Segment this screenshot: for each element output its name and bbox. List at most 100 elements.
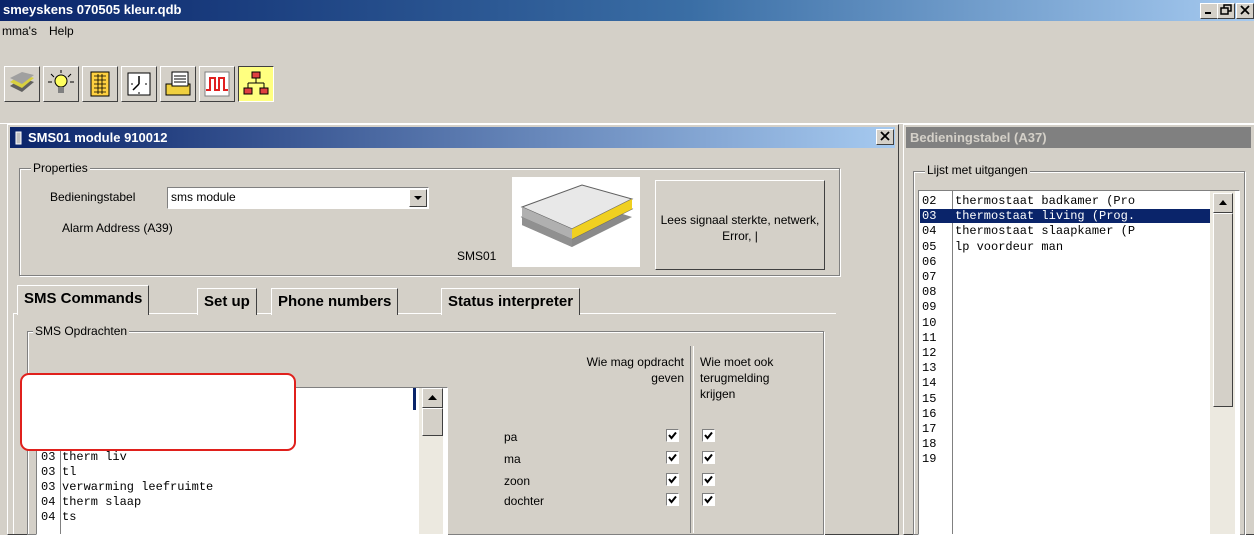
may-checkbox[interactable] [666,493,679,506]
network-icon [243,71,269,95]
list-item[interactable]: 15 [920,392,1210,406]
list-item-label: thermostaat slaapkamer (P [955,224,1136,239]
arrow-up-icon [1219,200,1227,205]
list-item-number: 05 [922,239,937,254]
scroll-thumb[interactable] [1213,213,1233,407]
list-item-number: 10 [922,315,937,330]
module-close-button[interactable] [876,129,894,145]
properties-legend: Properties [31,161,90,175]
scroll-up-button[interactable] [422,388,443,408]
table-button[interactable] [82,66,118,102]
table-icon [90,71,110,97]
maximize-button[interactable] [1217,3,1235,19]
tab-status-interpreter[interactable]: Status interpreter [441,288,581,315]
commands-scrollbar[interactable] [419,388,443,534]
list-item[interactable]: 11 [920,331,1210,345]
modules-icon [10,72,34,92]
may-checkbox[interactable] [666,451,679,464]
list-item-label: thermostaat living (Prog. [955,209,1136,224]
list-item-number: 14 [922,376,937,391]
modules-button[interactable] [4,66,40,102]
highlight-annotation [20,373,296,451]
bedieningstabel-value: sms module [171,190,236,204]
lamp-icon [48,70,74,93]
list-item-label: lp voordeur man [955,239,1064,254]
scroll-thumb[interactable] [422,408,443,436]
bedieningstabel-select[interactable]: sms module [167,187,429,209]
list-item-number: 07 [922,270,937,284]
list-item-number: 18 [922,437,937,452]
check-icon [704,453,713,462]
feedback-checkbox[interactable] [702,473,715,486]
feedback-checkbox[interactable] [702,451,715,464]
graph-button[interactable] [199,66,235,102]
header-who-may: Wie mag opdracht geven [586,355,684,385]
read-signal-label: Lees signaal sterkte, netwerk, Error, | [660,213,820,243]
list-item[interactable]: 05 lp voordeur man [920,240,1210,254]
column-divider [690,346,694,533]
list-item[interactable]: 07 [920,270,1210,284]
list-item[interactable]: 18 [920,437,1210,451]
scroll-up-button[interactable] [1213,193,1233,213]
minimize-button[interactable] [1200,3,1218,19]
title-bar [0,0,1254,21]
feedback-checkbox[interactable] [702,493,715,506]
network-button[interactable] [238,66,274,102]
alarm-address: Alarm Address (A39) [62,221,173,235]
outputs-scrollbar[interactable] [1210,191,1235,534]
list-item[interactable]: 03 thermostaat living (Prog. [920,209,1210,224]
menu-programmas[interactable]: mma's [2,24,37,38]
list-item[interactable]: 14 [920,376,1210,390]
menu-help[interactable]: Help [49,24,74,38]
close-icon [880,131,890,141]
outputs-legend: Lijst met uitgangen [925,163,1030,177]
outputs-list[interactable]: 02 thermostaat badkamer (Pro 03 thermostaat… [918,190,1240,535]
list-item[interactable]: 17 [920,422,1210,436]
list-item-number: 17 [922,422,937,436]
menu-bar [0,21,1254,41]
tab-phone-numbers[interactable]: Phone numbers [271,288,399,315]
check-icon [704,495,713,504]
check-icon [668,475,677,484]
list-item[interactable]: 16 [920,407,1210,421]
close-button[interactable] [1236,3,1254,19]
tab-sms-commands[interactable]: SMS Commands [17,285,150,315]
list-item[interactable]: 08 [920,285,1210,299]
restore-icon [1220,4,1232,15]
sms-legend: SMS Opdrachten [33,324,130,338]
person-label: ma [504,452,521,466]
list-item[interactable]: 02 thermostaat badkamer (Pro [920,194,1210,208]
close-icon [1240,5,1250,15]
device-image [512,177,640,267]
list-item-number: 02 [922,194,937,208]
list-item-number: 11 [922,330,937,345]
dropdown-button[interactable] [409,189,427,207]
arrow-up-icon [428,395,437,400]
list-item-number: 08 [922,285,937,300]
list-item[interactable]: 19 [920,452,1210,466]
clock-button[interactable] [121,66,157,102]
list-item[interactable]: 10 [920,316,1210,330]
list-item-number: 06 [922,254,937,269]
minimize-icon [1205,12,1211,14]
may-checkbox[interactable] [666,473,679,486]
list-item[interactable]: 12 [920,346,1210,360]
may-checkbox[interactable] [666,429,679,442]
list-item[interactable]: 04 thermostaat slaapkamer (P [920,224,1210,238]
module-window-icon [14,131,24,145]
list-item[interactable]: 09 [920,300,1210,314]
list-item[interactable]: 13 [920,361,1210,375]
lamp-button[interactable] [43,66,79,102]
list-item-number: 03 [922,209,937,224]
list-item-number: 15 [922,391,937,406]
list-item-number: 16 [922,406,937,421]
list-item-label: thermostaat badkamer (Pro [955,194,1136,208]
graph-icon [204,71,230,97]
list-icon [165,71,191,96]
list-item[interactable]: 06 [920,255,1210,269]
list-item-number: 12 [922,346,937,360]
list-button[interactable] [160,66,196,102]
read-signal-button[interactable]: Lees signaal sterkte, netwerk, Error, | [655,180,825,270]
tab-set-up[interactable]: Set up [197,288,257,315]
feedback-checkbox[interactable] [702,429,715,442]
